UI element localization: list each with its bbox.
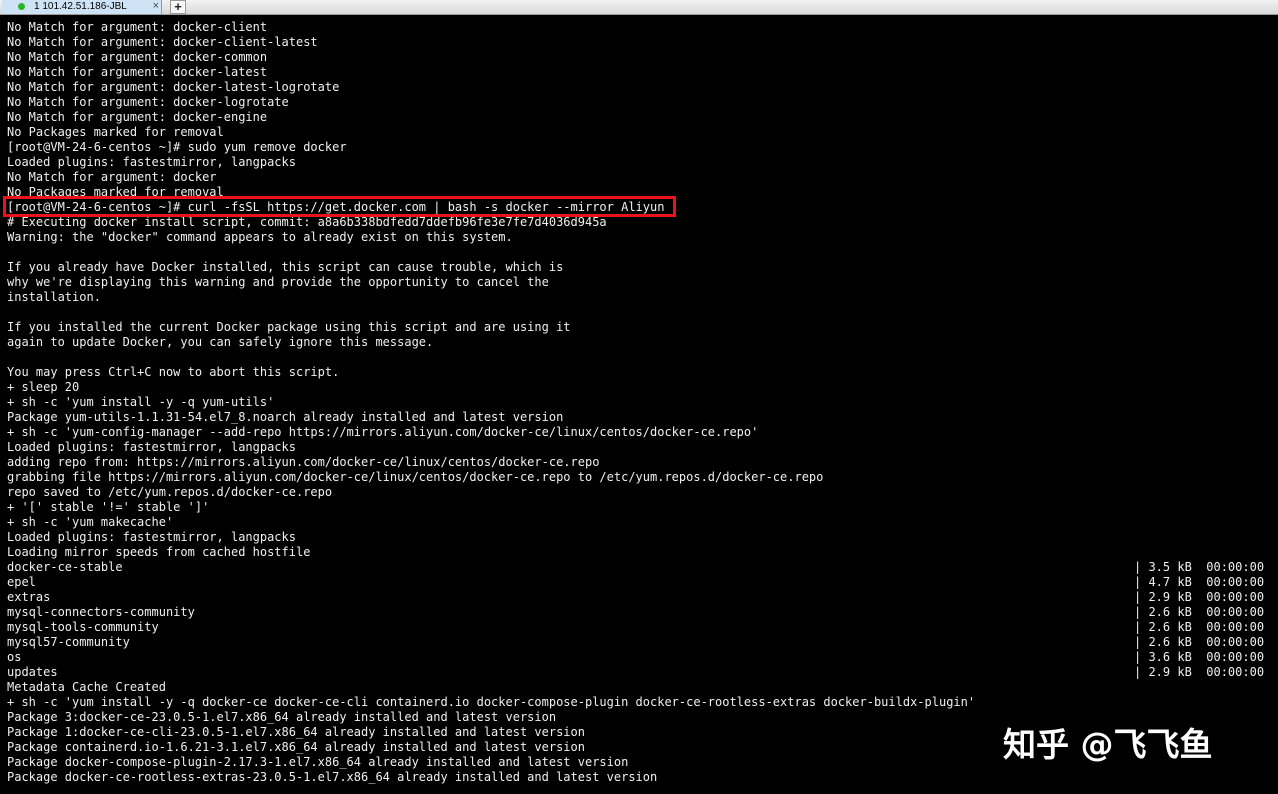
terminal-line: Loaded plugins: fastestmirror, langpacks bbox=[7, 155, 296, 169]
terminal-line: Package 1:docker-ce-cli-23.0.5-1.el7.x86… bbox=[7, 725, 585, 739]
terminal-line: No Match for argument: docker-common bbox=[7, 50, 268, 64]
terminal-line: No Match for argument: docker-engine bbox=[7, 110, 268, 124]
watermark: 知乎 @飞飞鱼 bbox=[1003, 725, 1213, 764]
terminal-line: Package 3:docker-ce-23.0.5-1.el7.x86_64 … bbox=[7, 710, 557, 724]
new-tab-button[interactable]: + bbox=[170, 0, 186, 14]
terminal-line: Package docker-ce-rootless-extras-23.0.5… bbox=[7, 770, 658, 784]
repo-download-stat: | 2.6 kB 00:00:00 bbox=[1134, 620, 1265, 634]
terminal-line: again to update Docker, you can safely i… bbox=[7, 335, 434, 349]
terminal-line: No Match for argument: docker bbox=[7, 170, 217, 184]
terminal-line: + sh -c 'yum install -y -q yum-utils' bbox=[7, 395, 275, 409]
terminal-line: [root@VM-24-6-centos ~]# sudo yum remove… bbox=[7, 140, 347, 154]
terminal-line: mysql57-community bbox=[7, 635, 130, 649]
terminal-line: adding repo from: https://mirrors.aliyun… bbox=[7, 455, 600, 469]
terminal-output[interactable]: No Match for argument: docker-client No M… bbox=[0, 20, 1278, 794]
repo-download-stat: | 4.7 kB 00:00:00 bbox=[1134, 575, 1265, 589]
repo-download-stat: | 3.6 kB 00:00:00 bbox=[1134, 650, 1265, 664]
terminal-line: installation. bbox=[7, 290, 101, 304]
terminal-line: If you installed the current Docker pack… bbox=[7, 320, 571, 334]
repo-download-stat: | 2.6 kB 00:00:00 bbox=[1134, 635, 1265, 649]
terminal-line: + sh -c 'yum makecache' bbox=[7, 515, 174, 529]
terminal-line: # Executing docker install script, commi… bbox=[7, 215, 607, 229]
terminal-line: + sleep 20 bbox=[7, 380, 80, 394]
terminal-line: + sh -c 'yum-config-manager --add-repo h… bbox=[7, 425, 759, 439]
repo-download-stat: | 2.6 kB 00:00:00 bbox=[1134, 605, 1265, 619]
terminal-line: Loaded plugins: fastestmirror, langpacks bbox=[7, 440, 296, 454]
terminal-line: grabbing file https://mirrors.aliyun.com… bbox=[7, 470, 824, 484]
terminal-line: Package containerd.io-1.6.21-3.1.el7.x86… bbox=[7, 740, 585, 754]
session-tab-title: 1 101.42.51.186-JBL bbox=[34, 1, 127, 12]
terminal-line: repo saved to /etc/yum.repos.d/docker-ce… bbox=[7, 485, 333, 499]
terminal-line: No Packages marked for removal bbox=[7, 125, 224, 139]
terminal-line: Loading mirror speeds from cached hostfi… bbox=[7, 545, 311, 559]
terminal-line: extras bbox=[7, 590, 51, 604]
repo-download-stat: | 3.5 kB 00:00:00 bbox=[1134, 560, 1265, 574]
terminal-line: Package docker-compose-plugin-2.17.3-1.e… bbox=[7, 755, 629, 769]
terminal-line: No Match for argument: docker-latest bbox=[7, 65, 268, 79]
terminal-line: docker-ce-stable bbox=[7, 560, 123, 574]
repo-download-stat: | 2.9 kB 00:00:00 bbox=[1134, 665, 1265, 679]
terminal-line: mysql-connectors-community bbox=[7, 605, 195, 619]
connection-status-icon bbox=[18, 3, 25, 10]
terminal-line: updates bbox=[7, 665, 58, 679]
close-tab-icon[interactable]: × bbox=[153, 0, 159, 13]
terminal-line: No Match for argument: docker-logrotate bbox=[7, 95, 289, 109]
terminal-line: No Match for argument: docker-client-lat… bbox=[7, 35, 318, 49]
terminal-line: mysql-tools-community bbox=[7, 620, 159, 634]
terminal-line: epel bbox=[7, 575, 36, 589]
highlighted-command-box bbox=[3, 196, 676, 217]
terminal-line: Warning: the "docker" command appears to… bbox=[7, 230, 513, 244]
terminal-line: If you already have Docker installed, th… bbox=[7, 260, 564, 274]
terminal-line: why we're displaying this warning and pr… bbox=[7, 275, 549, 289]
terminal-line: + '[' stable '!=' stable ']' bbox=[7, 500, 210, 514]
repo-download-stat: | 2.9 kB 00:00:00 bbox=[1134, 590, 1265, 604]
terminal-line: You may press Ctrl+C now to abort this s… bbox=[7, 365, 340, 379]
terminal-line: Loaded plugins: fastestmirror, langpacks bbox=[7, 530, 296, 544]
terminal-line: No Match for argument: docker-latest-log… bbox=[7, 80, 340, 94]
terminal-line: Package yum-utils-1.1.31-54.el7_8.noarch… bbox=[7, 410, 564, 424]
session-tab[interactable]: 1 101.42.51.186-JBL × bbox=[2, 0, 162, 14]
tab-bar: 1 101.42.51.186-JBL × + bbox=[0, 0, 1278, 15]
terminal-line: os bbox=[7, 650, 22, 664]
terminal-line: Metadata Cache Created bbox=[7, 680, 166, 694]
terminal-line: No Match for argument: docker-client bbox=[7, 20, 268, 34]
terminal-line: + sh -c 'yum install -y -q docker-ce doc… bbox=[7, 695, 976, 709]
